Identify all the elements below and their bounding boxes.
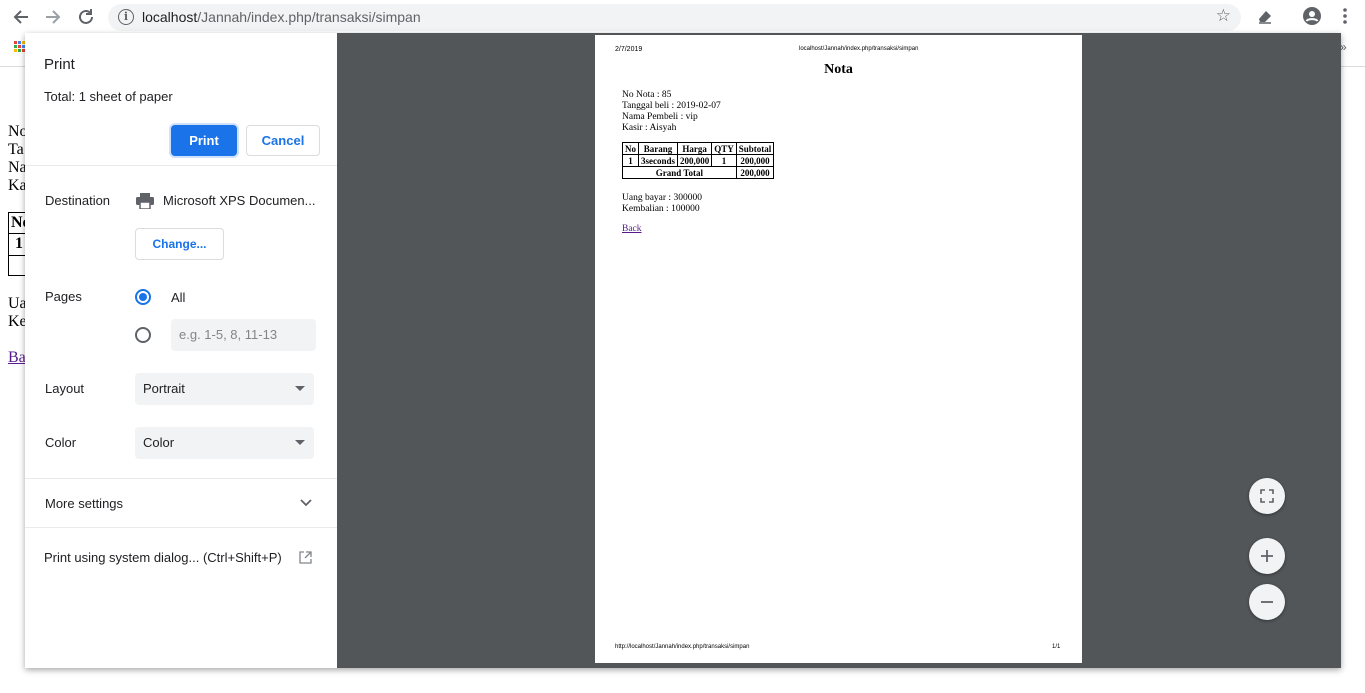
- table-header-row: No Barang Harga QTY Subtotal: [622, 142, 775, 155]
- table-header: Harga: [677, 142, 713, 155]
- printer-icon: [136, 193, 154, 210]
- total-summary: Total: 1 sheet of paper: [44, 89, 173, 104]
- fit-to-page-icon[interactable]: [1249, 478, 1285, 514]
- account-icon[interactable]: [1301, 6, 1323, 28]
- bg-line: Ke: [8, 313, 27, 330]
- payment-info: Uang bayar : 300000 Kembalian : 100000: [622, 193, 702, 215]
- info-pembeli: Nama Pembeli : vip: [622, 112, 698, 122]
- preview-page: 2/7/2019 localhost/Jannah/index.php/tran…: [595, 35, 1082, 663]
- bg-table: No 1: [8, 212, 31, 276]
- table-header: QTY: [711, 142, 737, 155]
- dialog-title: Print: [44, 56, 75, 73]
- bg-line: Ua: [8, 295, 27, 312]
- print-button[interactable]: Print: [171, 125, 237, 156]
- table-cell: 200,000: [735, 154, 775, 167]
- eraser-icon[interactable]: [1254, 6, 1276, 28]
- chevron-down-icon[interactable]: [299, 495, 313, 509]
- info-tanggal: Tanggal beli : 2019-02-07: [622, 101, 721, 111]
- change-destination-button[interactable]: Change...: [135, 228, 224, 260]
- browser-toolbar: i localhost/Jannah/index.php/transaksi/s…: [0, 0, 1365, 34]
- color-label: Color: [45, 435, 77, 450]
- color-select[interactable]: Color: [135, 427, 314, 459]
- back-arrow-icon[interactable]: [10, 6, 32, 28]
- back-link: Back: [622, 224, 642, 234]
- pages-all-radio[interactable]: [135, 289, 151, 305]
- bg-table-cell: 1: [15, 235, 23, 252]
- table-cell: 1: [622, 154, 639, 167]
- receipt-title: Nota: [824, 62, 853, 77]
- bg-link[interactable]: Ba: [8, 349, 26, 367]
- payment-kembalian: Kembalian : 100000: [622, 204, 700, 214]
- url-text: localhost/Jannah/index.php/transaksi/sim…: [142, 9, 421, 25]
- receipt-table: No Barang Harga QTY Subtotal 1 3seconds …: [622, 142, 775, 179]
- table-header: Subtotal: [735, 142, 775, 155]
- receipt-info: No Nota : 85 Tanggal beli : 2019-02-07 N…: [622, 90, 721, 134]
- layout-value: Portrait: [143, 381, 185, 396]
- grand-total-value: 200,000: [735, 166, 775, 179]
- destination-value: Microsoft XPS Documen...: [163, 193, 316, 208]
- table-row: 1 3seconds 200,000 1 200,000: [622, 154, 775, 167]
- menu-dots-icon[interactable]: [1334, 6, 1356, 28]
- open-external-icon[interactable]: [299, 551, 312, 564]
- layout-label: Layout: [45, 381, 85, 396]
- info-kasir: Kasir : Aisyah: [622, 123, 677, 133]
- pages-label: Pages: [45, 289, 82, 304]
- grand-total-label: Grand Total: [622, 166, 737, 179]
- payment-bayar: Uang bayar : 300000: [622, 193, 702, 203]
- grand-total-row: Grand Total 200,000: [622, 166, 775, 179]
- pages-custom-radio[interactable]: [135, 327, 151, 343]
- bg-line: Ta: [8, 141, 24, 158]
- print-dialog: Print Total: 1 sheet of paper Print Canc…: [25, 33, 1341, 668]
- color-value: Color: [143, 435, 175, 450]
- divider: [25, 527, 337, 528]
- page-header-url: localhost/Jannah/index.php/transaksi/sim…: [799, 46, 919, 52]
- more-settings-toggle[interactable]: More settings: [45, 496, 123, 511]
- reload-icon[interactable]: [75, 6, 97, 28]
- table-cell: 3seconds: [637, 154, 679, 167]
- table-header: Barang: [637, 142, 679, 155]
- layout-select[interactable]: Portrait: [135, 373, 314, 405]
- table-cell: 200,000: [677, 154, 713, 167]
- info-icon[interactable]: i: [118, 9, 134, 25]
- table-header: No: [622, 142, 639, 155]
- pages-all-label: All: [171, 290, 186, 305]
- divider: [25, 478, 337, 479]
- page-footer-url: http://localhost/Jannah/index.php/transa…: [615, 644, 750, 650]
- dropdown-caret-icon: [295, 440, 305, 445]
- address-bar[interactable]: i localhost/Jannah/index.php/transaksi/s…: [108, 4, 1241, 31]
- page-footer-number: 1/1: [1052, 644, 1061, 650]
- zoom-out-icon[interactable]: [1249, 584, 1285, 620]
- bg-line: Na: [8, 159, 27, 176]
- info-no-nota: No Nota : 85: [622, 90, 672, 100]
- divider: [25, 165, 337, 166]
- destination-label: Destination: [45, 193, 111, 208]
- bg-line: Ka: [8, 177, 27, 194]
- system-dialog-link[interactable]: Print using system dialog... (Ctrl+Shift…: [44, 550, 282, 565]
- dropdown-caret-icon: [295, 386, 305, 391]
- apps-icon[interactable]: [14, 41, 25, 52]
- print-settings-panel: Print Total: 1 sheet of paper Print Canc…: [25, 33, 337, 668]
- forward-arrow-icon[interactable]: [42, 6, 64, 28]
- table-cell: 1: [711, 154, 737, 167]
- cancel-button[interactable]: Cancel: [246, 125, 320, 156]
- zoom-in-icon[interactable]: [1249, 538, 1285, 574]
- pages-range-input[interactable]: e.g. 1-5, 8, 11-13: [171, 319, 316, 351]
- page-header-date: 2/7/2019: [615, 46, 643, 53]
- print-preview-area: 2/7/2019 localhost/Jannah/index.php/tran…: [337, 33, 1341, 668]
- bookmark-star-icon[interactable]: ☆: [1216, 6, 1231, 26]
- bookmarks-overflow-icon[interactable]: »: [1340, 40, 1347, 54]
